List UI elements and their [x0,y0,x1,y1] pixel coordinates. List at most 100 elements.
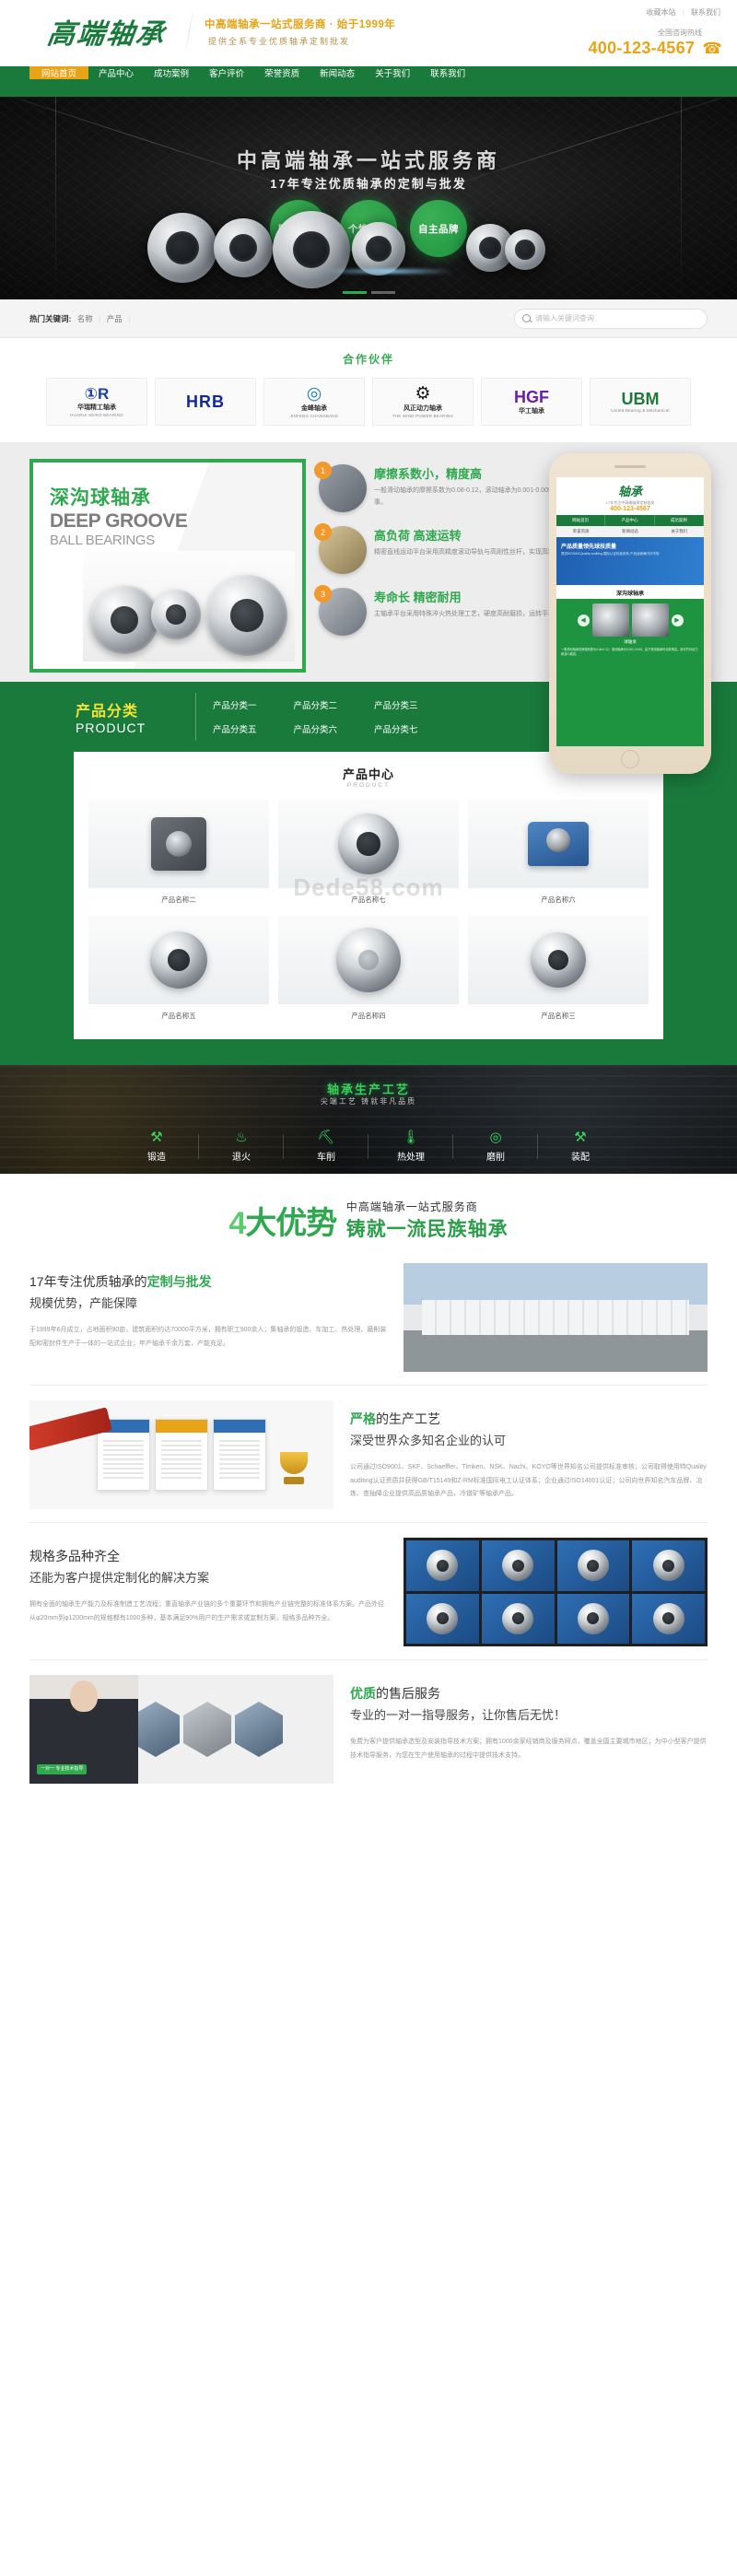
partner-logo-hgf[interactable]: HGF 华工轴承 [481,378,582,426]
partner-name-cn: 华工轴承 [519,407,544,415]
feature-number-badge: 1 [314,462,332,479]
category-item-7[interactable]: 产品分类七 [374,722,418,735]
advantage-separator [29,1659,708,1660]
product-category-title-en: PRODUCT [76,720,146,735]
product-card[interactable]: 产品名称二 [88,800,269,907]
nav-item-contact[interactable]: 联系我们 [420,66,475,79]
bearing-shape-4 [352,222,405,275]
deep-groove-title-en1: DEEP GROOVE [50,510,188,532]
cubes-photo [404,1538,708,1646]
nav-list: 网站首页 产品中心 成功案例 客户评价 荣誉资质 新闻动态 关于我们 联系我们 [29,66,708,79]
feature-number-badge: 3 [314,585,332,603]
mobile-subnav-news[interactable]: 新闻动态 [605,526,654,537]
search-box[interactable] [514,308,708,329]
process-step-label: 磨削 [486,1153,505,1163]
mobile-phone-number: 400-123-4567 [610,506,650,512]
bearing-ring-shape [150,931,207,989]
partner-mark-icon: HRB [186,392,225,411]
category-item-2[interactable]: 产品分类二 [294,698,338,711]
nav-item-products[interactable]: 产品中心 [88,66,144,79]
cube-cell [406,1540,479,1591]
site-logo[interactable]: 高端轴承 [45,11,169,52]
partner-logo-ubm[interactable]: UBM United Bearing & Mechanical [590,378,691,426]
hero-dot-2[interactable] [370,291,395,294]
carousel-prev-icon[interactable]: ◀ [577,614,590,626]
process-step-label: 装配 [571,1153,590,1163]
nav-item-cases[interactable]: 成功案例 [144,66,199,79]
product-card[interactable]: 产品名称六 [468,800,649,907]
advantage-title: 优质的售后服务 [350,1684,708,1703]
bearing-ring-shape [652,1602,684,1634]
nav-item-about[interactable]: 关于我们 [365,66,420,79]
partner-logo-jinfeng[interactable]: ◎ 金峰轴承 JINFENG CHANGBANG [263,378,365,426]
hero-dot-1[interactable] [342,291,367,294]
keyword-link-name[interactable]: 名称 [77,314,93,323]
search-input[interactable] [535,314,699,322]
feature-thumbnail: 1 [314,462,367,512]
partner-name-en: HUARUI SEIKO BEARING [70,413,123,417]
process-step-forging[interactable]: ⚒ 锻造 [114,1130,199,1163]
advantage-title: 17年专注优质轴承的定制与批发 [29,1272,387,1291]
carousel-next-icon[interactable]: ▶ [671,614,684,626]
process-step-turning[interactable]: ⛏ 车削 [284,1130,368,1163]
hero-banner: 中高端轴承一站式服务商 17年专注优质轴承的定制与批发 国际品质 个性定制 自主… [0,97,737,299]
process-step-label: 热处理 [397,1153,425,1163]
mobile-product-image-1[interactable] [591,603,629,637]
favorite-site-link[interactable]: 收藏本站 [646,8,675,17]
advantage-text: 优质的售后服务 专业的一对一指导服务，让你售后无忧！ 免费为客户提供轴承选型及安… [350,1675,708,1762]
certificates-photo [29,1400,333,1509]
partner-name-en: THE WIND POWER BEARING [392,414,454,418]
contact-us-link[interactable]: 联系我们 [691,8,720,17]
header-slogan-main: 中高端轴承一站式服务商 · 始于1999年 [205,19,396,30]
product-card[interactable]: 产品名称七 [278,800,459,907]
partner-mark-icon: ⚙ [415,384,431,404]
bearing-ring-shape [652,1550,684,1582]
mobile-subnav-about[interactable]: 关于我们 [655,526,704,537]
phone-home-button[interactable] [621,750,639,768]
phone-screen: 轴承 17年专注中高端轴承定制批发 400-123-4567 网站首页 产品中心… [556,477,704,746]
hero-bearing-illustration [0,209,737,294]
process-step-assembly[interactable]: ⚒ 装配 [538,1130,623,1163]
mobile-nav-home[interactable]: 网站首页 [556,515,606,526]
category-item-3[interactable]: 产品分类三 [374,698,418,711]
mobile-product-image-2[interactable] [631,603,669,637]
mobile-nav-products[interactable]: 产品中心 [605,515,655,526]
nav-item-home[interactable]: 网站首页 [29,66,89,79]
nav-item-news[interactable]: 新闻动态 [310,66,365,79]
partner-logo-fengzheng[interactable]: ⚙ 风正动力轴承 THE WIND POWER BEARING [372,378,474,426]
process-step-annealing[interactable]: ♨ 退火 [199,1130,284,1163]
partner-logo-huarui[interactable]: ①R 华瑞精工轴承 HUARUI SEIKO BEARING [46,378,147,426]
bearing-shape-6 [505,229,545,270]
product-center-title-en: PRODUCT [346,782,391,789]
advantage-body: 公司通过ISO9001、SKF、Schaeffler、Timken、NSK、Na… [350,1464,707,1498]
advantage-image-certificates [29,1400,333,1509]
hero-title: 中高端轴承一站式服务商 [236,149,500,172]
category-item-1[interactable]: 产品分类一 [213,698,257,711]
mobile-subnav-honors[interactable]: 荣誉资质 [556,526,605,537]
process-step-grinding[interactable]: ◎ 磨削 [453,1130,538,1163]
hero-pagination [0,291,737,294]
product-name: 产品名称六 [541,896,576,904]
hotline: 全国咨询热线 400-123-4567 ☎ [589,28,723,58]
product-card[interactable]: 产品名称三 [468,916,649,1023]
category-item-6[interactable]: 产品分类六 [294,722,338,735]
nav-item-honors[interactable]: 荣誉资质 [254,66,310,79]
mobile-carousel-caption: 球轴承 [624,639,637,644]
cube-cell [481,1593,555,1644]
keyword-link-product[interactable]: 产品 [107,314,123,323]
partner-logo-hrb[interactable]: HRB [155,378,256,426]
mobile-nav-cases[interactable]: 成功案例 [655,515,704,526]
product-image [278,916,459,1004]
nav-item-reviews[interactable]: 客户评价 [199,66,254,79]
certificate-header [214,1420,265,1433]
product-card[interactable]: 产品名称四 [278,916,459,1023]
hot-keywords-label: 热门关键词: [29,313,72,323]
category-item-5[interactable]: 产品分类五 [213,722,257,735]
cube-cell [406,1593,479,1644]
product-image [88,916,269,1004]
bearing-ring-shape [577,1602,609,1634]
phone-speaker [614,465,646,468]
product-card[interactable]: 产品名称五 [88,916,269,1023]
deep-groove-title-en2: BALL BEARINGS [50,533,155,548]
process-step-heat-treatment[interactable]: 🌡 热处理 [368,1130,453,1163]
